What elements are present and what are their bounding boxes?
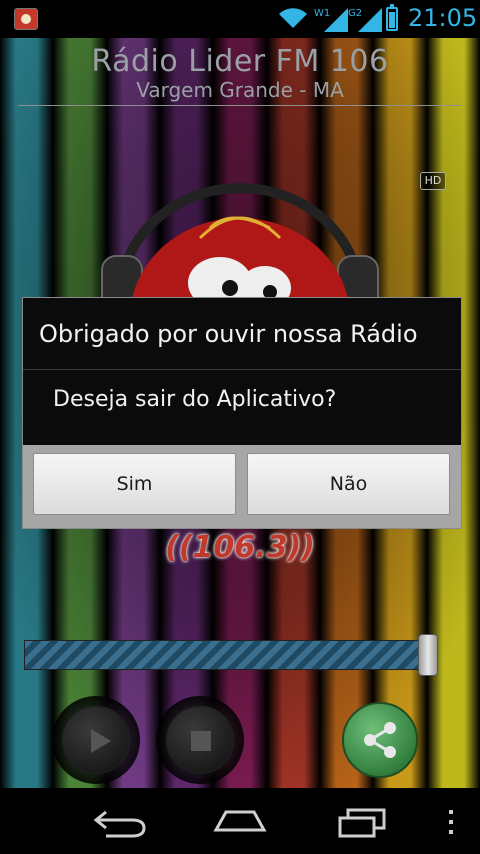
play-icon [91, 729, 111, 753]
recent-apps-icon[interactable] [336, 806, 388, 838]
wifi-icon [279, 8, 307, 28]
navigation-bar [0, 788, 480, 854]
station-subtitle: Vargem Grande - MA [136, 78, 344, 102]
no-button[interactable]: Não [247, 453, 450, 515]
signal-icon: W1 [314, 6, 348, 32]
frequency-label: ((106.3)) [165, 530, 315, 565]
status-bar: W1 G2 21:05 [0, 0, 480, 38]
battery-level [389, 12, 395, 28]
seekbar-thumb[interactable] [418, 634, 438, 676]
play-button-face[interactable] [62, 706, 130, 774]
hd-badge: HD [420, 172, 446, 190]
dialog-title: Obrigado por ouvir nossa Rádio [39, 320, 418, 348]
signal-icon: G2 [348, 6, 382, 32]
header-divider [18, 105, 462, 106]
home-icon[interactable] [212, 806, 268, 838]
dialog-message: Deseja sair do Aplicativo? [53, 387, 337, 412]
overflow-menu-icon[interactable] [446, 806, 456, 838]
volume-seekbar[interactable] [24, 640, 432, 670]
stop-icon [191, 731, 211, 751]
status-clock: 21:05 [408, 4, 478, 32]
yes-button[interactable]: Sim [33, 453, 236, 515]
app-notification-icon [14, 8, 38, 30]
share-button[interactable] [342, 702, 418, 778]
battery-icon [386, 4, 398, 31]
dialog-button-bar: Sim Não [23, 445, 461, 528]
back-icon[interactable] [92, 806, 148, 838]
dialog-divider [23, 369, 461, 370]
exit-dialog: Obrigado por ouvir nossa Rádio Deseja sa… [22, 297, 462, 529]
stop-button-face[interactable] [166, 706, 234, 774]
share-icon [364, 722, 396, 758]
play-button[interactable] [52, 696, 140, 784]
station-title: Rádio Lider FM 106 [91, 44, 389, 79]
stop-button[interactable] [156, 696, 244, 784]
